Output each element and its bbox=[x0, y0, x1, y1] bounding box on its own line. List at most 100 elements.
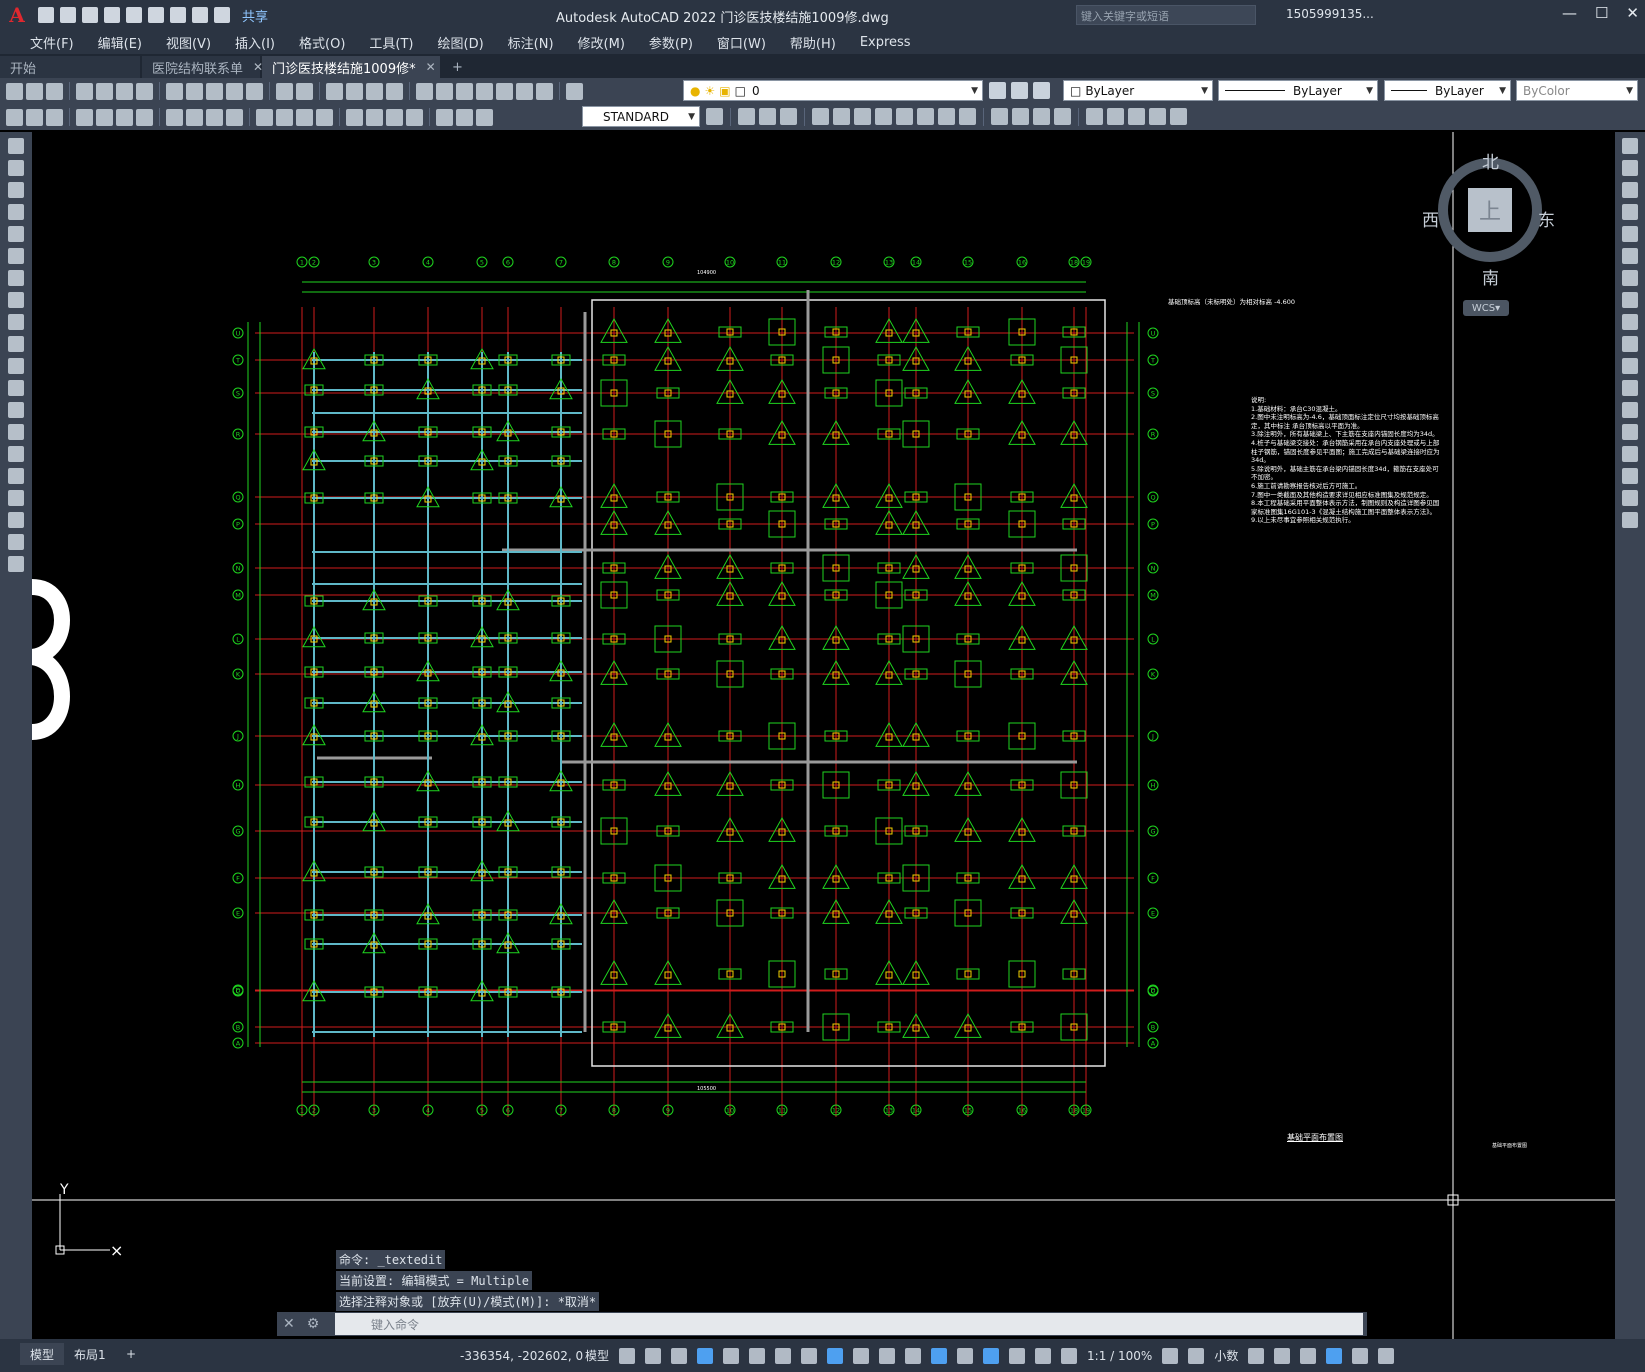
viewcube[interactable]: 上 北 南 西 东 WCS ▾ bbox=[1422, 148, 1555, 320]
clean-screen-icon[interactable] bbox=[1352, 1347, 1369, 1364]
publish-icon[interactable] bbox=[116, 82, 133, 100]
circle-icon[interactable] bbox=[8, 270, 24, 286]
markup-icon[interactable] bbox=[496, 82, 513, 100]
save-icon[interactable] bbox=[46, 82, 63, 100]
redo-icon[interactable] bbox=[214, 7, 230, 23]
new-file-icon[interactable] bbox=[38, 7, 54, 23]
continue-dimension-icon[interactable] bbox=[296, 108, 313, 126]
copy-object-icon[interactable] bbox=[1622, 160, 1638, 176]
lineweight-icon[interactable] bbox=[853, 1347, 870, 1364]
annotation-monitor-icon[interactable] bbox=[1188, 1347, 1205, 1364]
zoom-window-icon[interactable] bbox=[366, 82, 383, 100]
autocad-logo-icon[interactable]: A bbox=[0, 0, 34, 30]
menu-view[interactable]: 视图(V) bbox=[154, 33, 223, 52]
draw-order-icon[interactable] bbox=[6, 108, 23, 126]
menu-insert[interactable]: 插入(I) bbox=[223, 33, 287, 52]
new-icon[interactable] bbox=[6, 82, 23, 100]
hatch-icon[interactable] bbox=[8, 446, 24, 462]
selection-filter-icon[interactable] bbox=[983, 1347, 1000, 1364]
tolerance-icon[interactable] bbox=[346, 108, 363, 126]
close-command-line-icon[interactable]: ✕ bbox=[283, 1316, 295, 1332]
compass-north[interactable]: 北 bbox=[1482, 148, 1499, 173]
cut-icon[interactable] bbox=[166, 82, 183, 100]
menu-express[interactable]: Express bbox=[848, 35, 923, 50]
inspection-icon[interactable] bbox=[386, 108, 403, 126]
quick-dimension-icon[interactable] bbox=[256, 108, 273, 126]
break-at-point-icon[interactable] bbox=[1622, 380, 1638, 396]
graphics-performance-icon[interactable] bbox=[1326, 1347, 1343, 1364]
redo-icon[interactable] bbox=[296, 82, 313, 100]
gradient-icon[interactable] bbox=[8, 468, 24, 484]
minimize-icon[interactable]: — bbox=[1562, 4, 1577, 22]
3d-object-snap-icon[interactable] bbox=[931, 1347, 948, 1364]
move-icon[interactable] bbox=[1622, 248, 1638, 264]
annotation-visibility-icon[interactable] bbox=[1035, 1347, 1052, 1364]
text-to-front-icon[interactable] bbox=[26, 108, 43, 126]
center-mark-icon[interactable] bbox=[366, 108, 383, 126]
visual-style-icon[interactable] bbox=[991, 108, 1008, 125]
new-tab-button[interactable]: + bbox=[442, 56, 473, 78]
region-icon[interactable] bbox=[8, 490, 24, 506]
dimension-edit-icon[interactable] bbox=[436, 108, 453, 126]
plot-preview-icon[interactable] bbox=[96, 82, 113, 100]
save-icon[interactable] bbox=[82, 7, 98, 23]
zoom-previous-icon[interactable] bbox=[386, 82, 403, 100]
command-input[interactable]: 键入命令 bbox=[335, 1313, 1363, 1335]
help-icon[interactable] bbox=[536, 82, 553, 100]
workspace-gear-icon[interactable] bbox=[1162, 1347, 1179, 1364]
isometric-icon[interactable] bbox=[775, 1347, 792, 1364]
line-icon[interactable] bbox=[8, 138, 24, 154]
angular-dimension-icon[interactable] bbox=[226, 108, 243, 126]
dim-style-icon[interactable] bbox=[706, 108, 723, 125]
mirror-3d-icon[interactable] bbox=[875, 108, 892, 125]
polyline-icon[interactable] bbox=[8, 182, 24, 198]
properties-icon[interactable] bbox=[416, 82, 433, 100]
object-snap-icon[interactable] bbox=[827, 1347, 844, 1364]
fillet-icon[interactable] bbox=[1622, 468, 1638, 484]
chamfer-icon[interactable] bbox=[1622, 446, 1638, 462]
auto-scale-icon[interactable] bbox=[1061, 1347, 1078, 1364]
add-layout-button[interactable]: + bbox=[116, 1343, 146, 1365]
menu-window[interactable]: 窗口(W) bbox=[705, 33, 778, 52]
plotstyle-dropdown[interactable]: ByColor ▼ bbox=[1516, 80, 1638, 101]
annotation-scale[interactable]: 1:1 / 100% bbox=[1087, 1349, 1152, 1363]
wcs-menu-button[interactable]: WCS ▾ bbox=[1463, 300, 1509, 316]
coordinate-readout[interactable]: -336354, -202602, 0 bbox=[460, 1349, 583, 1363]
extrude-icon[interactable] bbox=[759, 108, 776, 125]
grid-icon[interactable] bbox=[619, 1347, 636, 1364]
construction-line-icon[interactable] bbox=[8, 160, 24, 176]
infer-constraints-icon[interactable] bbox=[671, 1347, 688, 1364]
arc-icon[interactable] bbox=[8, 248, 24, 264]
open-file-icon[interactable] bbox=[60, 7, 76, 23]
compass-west[interactable]: 西 bbox=[1422, 206, 1439, 231]
menu-edit[interactable]: 编辑(E) bbox=[86, 33, 154, 52]
share-button[interactable]: 共享 bbox=[242, 6, 268, 25]
rectangle-icon[interactable] bbox=[8, 226, 24, 242]
plot-icon[interactable] bbox=[76, 82, 93, 100]
layer-properties-icon[interactable] bbox=[566, 82, 583, 100]
make-block-icon[interactable] bbox=[8, 402, 24, 418]
tab-active-drawing[interactable]: 门诊医技楼结施1009修* ✕ bbox=[262, 56, 440, 78]
baseline-dimension-icon[interactable] bbox=[276, 108, 293, 126]
multiline-text-icon[interactable] bbox=[8, 534, 24, 550]
ortho-icon[interactable] bbox=[723, 1347, 740, 1364]
save-web-icon[interactable] bbox=[148, 7, 164, 23]
sheet-set-icon[interactable] bbox=[476, 82, 493, 100]
tool-palettes-icon[interactable] bbox=[456, 82, 473, 100]
stretch-icon[interactable] bbox=[1622, 314, 1638, 330]
dimension-text-edit-icon[interactable] bbox=[456, 108, 473, 126]
undo-icon[interactable] bbox=[276, 82, 293, 100]
spline-icon[interactable] bbox=[8, 314, 24, 330]
menu-format[interactable]: 格式(O) bbox=[287, 33, 357, 52]
maximize-icon[interactable]: ☐ bbox=[1595, 4, 1608, 22]
box-icon[interactable] bbox=[738, 108, 755, 125]
diameter-dimension-icon[interactable] bbox=[206, 108, 223, 126]
aligned-dimension-icon[interactable] bbox=[96, 108, 113, 126]
ucs-object-icon[interactable] bbox=[1170, 108, 1187, 125]
linetype-dropdown[interactable]: ByLayer ▼ bbox=[1218, 80, 1378, 101]
object-snap-tracking-icon[interactable] bbox=[801, 1347, 818, 1364]
dynamic-input-icon[interactable] bbox=[697, 1347, 714, 1364]
save-as-icon[interactable] bbox=[104, 7, 120, 23]
match-properties-icon[interactable] bbox=[226, 82, 243, 100]
rotate-3d-icon[interactable] bbox=[833, 108, 850, 125]
